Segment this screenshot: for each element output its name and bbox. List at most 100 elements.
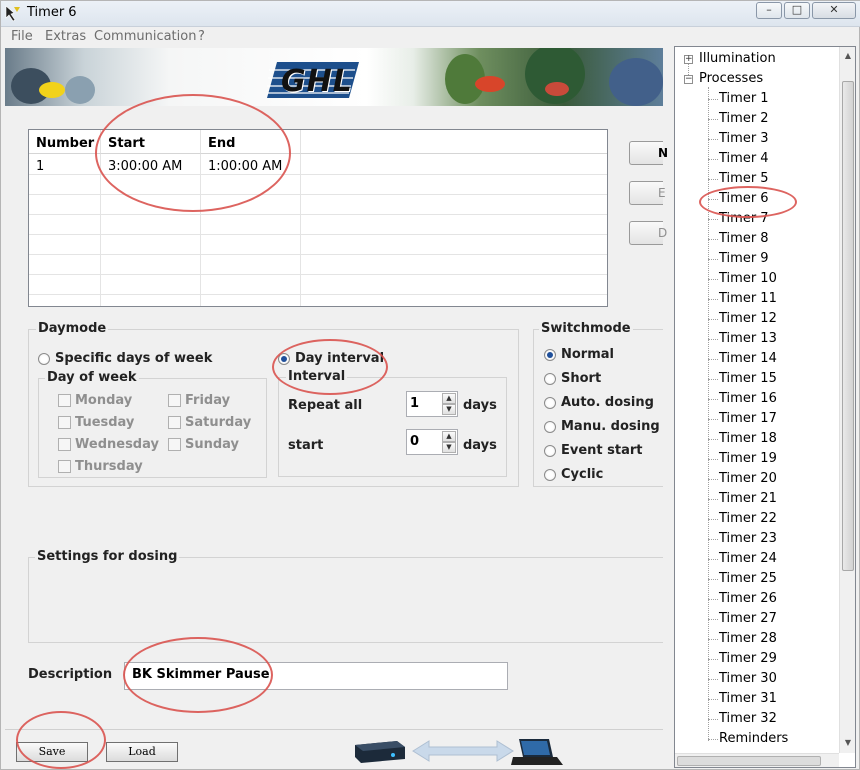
- tree-item-timer[interactable]: Timer 12: [719, 311, 777, 326]
- tree-item-timer[interactable]: Timer 9: [719, 251, 769, 266]
- spin-up-icon[interactable]: ▲: [442, 431, 456, 442]
- saturday-checkbox[interactable]: [168, 416, 181, 429]
- monday-checkbox[interactable]: [58, 394, 71, 407]
- menu-communication[interactable]: Communication: [94, 29, 196, 44]
- tree-item-timer[interactable]: Timer 24: [719, 551, 777, 566]
- tree-vertical-scrollbar[interactable]: ▲ ▼: [839, 47, 855, 753]
- friday-checkbox[interactable]: [168, 394, 181, 407]
- tree-item-timer[interactable]: Timer 22: [719, 511, 777, 526]
- normal-radio[interactable]: [544, 349, 556, 361]
- tree-item-illumination[interactable]: Illumination: [699, 51, 776, 66]
- tree-item-timer[interactable]: Timer 25: [719, 571, 777, 586]
- cyclic-radio[interactable]: [544, 469, 556, 481]
- collapse-minus-icon[interactable]: −: [684, 75, 693, 84]
- tree-item-timer[interactable]: Timer 32: [719, 711, 777, 726]
- cyclic-label[interactable]: Cyclic: [561, 467, 603, 482]
- tree-line: [708, 87, 709, 741]
- tree-item-processes[interactable]: Processes: [699, 71, 763, 86]
- minimize-button[interactable]: –: [756, 2, 782, 19]
- scroll-up-icon[interactable]: ▲: [841, 48, 855, 64]
- tree-item-reminders[interactable]: Reminders: [719, 731, 788, 746]
- scroll-thumb[interactable]: [842, 81, 854, 571]
- tree-item-timer[interactable]: Timer 4: [719, 151, 769, 166]
- menu-file[interactable]: File: [11, 29, 33, 44]
- wednesday-checkbox[interactable]: [58, 438, 71, 451]
- event-start-label[interactable]: Event start: [561, 443, 643, 458]
- delete-button[interactable]: D: [629, 221, 667, 245]
- timer-table[interactable]: Number Start End 1 3:00:00 AM 1:00:00 AM: [28, 129, 608, 307]
- spin-up-icon[interactable]: ▲: [442, 393, 456, 404]
- menu-help[interactable]: ?: [198, 29, 205, 44]
- banner-fish-red: [475, 76, 505, 92]
- manu-dosing-label[interactable]: Manu. dosing: [561, 419, 660, 434]
- tree-item-timer[interactable]: Timer 23: [719, 531, 777, 546]
- tree-line: [708, 239, 718, 240]
- hscroll-thumb[interactable]: [677, 756, 821, 766]
- scroll-down-icon[interactable]: ▼: [841, 735, 855, 751]
- auto-dosing-radio[interactable]: [544, 397, 556, 409]
- tree-item-timer[interactable]: Timer 11: [719, 291, 777, 306]
- specific-days-radio[interactable]: [38, 353, 50, 365]
- column-number[interactable]: Number: [29, 130, 101, 154]
- thursday-checkbox[interactable]: [58, 460, 71, 473]
- tree-item-timer[interactable]: Timer 15: [719, 371, 777, 386]
- tree-item-timer[interactable]: Timer 21: [719, 491, 777, 506]
- close-button[interactable]: ✕: [812, 2, 856, 19]
- tree-item-timer[interactable]: Timer 27: [719, 611, 777, 626]
- tree-item-timer[interactable]: Timer 31: [719, 691, 777, 706]
- short-radio[interactable]: [544, 373, 556, 385]
- event-start-radio[interactable]: [544, 445, 556, 457]
- tree-item-timer[interactable]: Timer 8: [719, 231, 769, 246]
- load-button[interactable]: Load: [106, 742, 178, 762]
- tree-item-timer[interactable]: Timer 18: [719, 431, 777, 446]
- day-interval-label[interactable]: Day interval: [295, 351, 384, 366]
- description-input[interactable]: BK Skimmer Pause: [124, 662, 508, 690]
- tree-item-timer[interactable]: Timer 5: [719, 171, 769, 186]
- switchmode-label: Switchmode: [539, 321, 633, 336]
- sunday-checkbox[interactable]: [168, 438, 181, 451]
- repeat-all-value[interactable]: 1: [410, 396, 419, 411]
- normal-label[interactable]: Normal: [561, 347, 614, 362]
- tree-item-timer[interactable]: Timer 13: [719, 331, 777, 346]
- start-value[interactable]: 0: [410, 434, 419, 449]
- tree-item-timer[interactable]: Timer 2: [719, 111, 769, 126]
- tree-item-timer[interactable]: Timer 26: [719, 591, 777, 606]
- tuesday-checkbox[interactable]: [58, 416, 71, 429]
- menu-extras[interactable]: Extras: [45, 29, 86, 44]
- tree-item-timer[interactable]: Timer 10: [719, 271, 777, 286]
- tree-item-timer[interactable]: Timer 30: [719, 671, 777, 686]
- spin-down-icon[interactable]: ▼: [442, 442, 456, 453]
- column-start[interactable]: Start: [101, 130, 201, 154]
- expand-plus-icon[interactable]: +: [684, 55, 693, 64]
- process-tree[interactable]: + Illumination − Processes Timer 1 Timer …: [674, 46, 856, 768]
- tree-horizontal-scrollbar[interactable]: [675, 753, 839, 767]
- tree-item-timer[interactable]: Timer 28: [719, 631, 777, 646]
- maximize-button[interactable]: □: [784, 2, 810, 19]
- banner-coral: [65, 76, 95, 104]
- edit-button[interactable]: E: [629, 181, 666, 205]
- tree-item-timer[interactable]: Timer 1: [719, 91, 769, 106]
- tree-item-timer[interactable]: Timer 7: [719, 211, 769, 226]
- tree-item-timer[interactable]: Timer 29: [719, 651, 777, 666]
- save-button[interactable]: Save: [16, 742, 88, 762]
- tree-item-timer[interactable]: Timer 20: [719, 471, 777, 486]
- interval-label: Interval: [286, 369, 348, 384]
- short-label[interactable]: Short: [561, 371, 601, 386]
- repeat-all-stepper[interactable]: 1 ▲ ▼: [406, 391, 458, 417]
- column-end[interactable]: End: [201, 130, 301, 154]
- new-button[interactable]: N: [629, 141, 668, 165]
- tree-item-timer[interactable]: Timer 14: [719, 351, 777, 366]
- specific-days-label[interactable]: Specific days of week: [55, 351, 212, 366]
- day-interval-radio[interactable]: [278, 353, 290, 365]
- tree-line: [708, 719, 718, 720]
- tree-item-timer[interactable]: Timer 3: [719, 131, 769, 146]
- spin-down-icon[interactable]: ▼: [442, 404, 456, 415]
- tree-item-timer[interactable]: Timer 19: [719, 451, 777, 466]
- start-stepper[interactable]: 0 ▲ ▼: [406, 429, 458, 455]
- tree-item-timer[interactable]: Timer 17: [719, 411, 777, 426]
- tree-item-timer[interactable]: Timer 6: [719, 191, 769, 206]
- row-divider: [29, 194, 607, 195]
- manu-dosing-radio[interactable]: [544, 421, 556, 433]
- tree-item-timer[interactable]: Timer 16: [719, 391, 777, 406]
- auto-dosing-label[interactable]: Auto. dosing: [561, 395, 654, 410]
